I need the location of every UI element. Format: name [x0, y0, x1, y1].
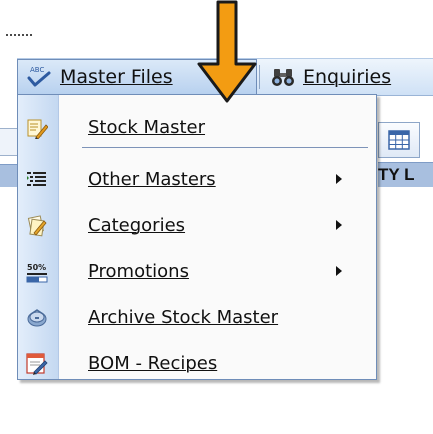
- binoculars-icon: [271, 65, 295, 89]
- menu-enquiries-label: Enquiries: [303, 66, 392, 88]
- submenu-arrow-icon: [336, 266, 342, 276]
- submenu-arrow-icon: [336, 174, 342, 184]
- menu-item-stock-master[interactable]: Stock Master: [18, 109, 376, 145]
- spelling-abc-icon: ABC: [26, 64, 52, 90]
- menu-item-label: BOM - Recipes: [88, 352, 218, 374]
- menu-master-files-label: Master Files: [60, 66, 173, 88]
- menu-separator: [82, 147, 368, 148]
- submenu-arrow-icon: [336, 220, 342, 230]
- percent-50-icon: 50%: [26, 261, 48, 283]
- notepad-pencil-icon: [26, 117, 49, 140]
- window-title-fragment: [6, 28, 32, 36]
- menu-item-label: Other Masters: [88, 168, 216, 190]
- svg-text:50%: 50%: [27, 263, 46, 272]
- document-edit-icon: [26, 353, 48, 375]
- header-strip-fragment: [0, 164, 18, 187]
- menu-item-label: Categories: [88, 214, 186, 236]
- header-strip-text: TY L: [378, 162, 433, 187]
- calendar-button[interactable]: [378, 122, 420, 158]
- menubar-separator: [259, 65, 260, 89]
- menu-item-bom-recipes[interactable]: BOM - Recipes: [18, 345, 376, 381]
- notes-pencil-icon: [26, 215, 48, 237]
- list-indent-icon: [26, 169, 48, 191]
- app-window: ABC Master Files Enquiries TY L Stock Ma…: [0, 0, 433, 434]
- menu-item-label: Archive Stock Master: [88, 306, 279, 328]
- svg-text:ABC: ABC: [30, 66, 44, 74]
- annotation-arrow-icon: [197, 0, 257, 103]
- archive-icon: [26, 307, 48, 329]
- menu-enquiries[interactable]: Enquiries: [271, 59, 391, 95]
- menu-item-label: Stock Master: [88, 116, 206, 138]
- menu-item-promotions[interactable]: 50% Promotions: [18, 253, 376, 289]
- menu-item-other-masters[interactable]: Other Masters: [18, 161, 376, 197]
- menu-item-archive-stock-master[interactable]: Archive Stock Master: [18, 299, 376, 335]
- grid-icon: [388, 130, 410, 150]
- menu-item-label: Promotions: [88, 260, 189, 282]
- menu-item-categories[interactable]: Categories: [18, 207, 376, 243]
- master-files-dropdown: Stock Master Other Masters Categories 50…: [17, 94, 377, 380]
